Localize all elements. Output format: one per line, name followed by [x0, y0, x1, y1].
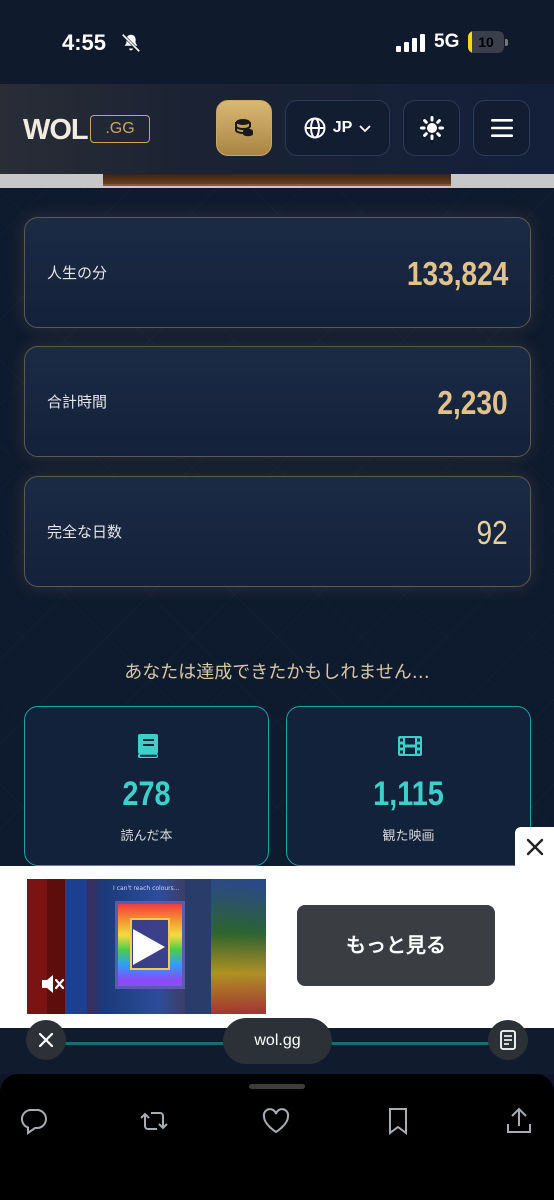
app-header: WOL .GG JP	[0, 84, 554, 174]
book-icon	[138, 734, 158, 758]
reader-mode-button[interactable]	[488, 1020, 528, 1060]
signal-icon	[396, 34, 425, 52]
ad-close-button[interactable]	[515, 827, 554, 866]
achievement-label: 読んだ本	[120, 829, 173, 844]
mute-icon[interactable]	[39, 971, 65, 997]
play-icon[interactable]	[131, 927, 167, 967]
stat-value: 2,230	[437, 384, 508, 421]
status-time: 4:55	[62, 30, 107, 55]
stat-card-minutes: 人生の分 133,824	[24, 217, 531, 328]
like-icon[interactable]	[261, 1106, 291, 1136]
bookmark-icon[interactable]	[383, 1106, 413, 1136]
stat-label: 合計時間	[47, 393, 108, 411]
battery-percent: 10	[478, 34, 494, 50]
sheet-grabber[interactable]	[249, 1084, 305, 1089]
stat-value: 92	[476, 514, 508, 551]
chevron-down-icon	[359, 125, 371, 133]
reply-icon[interactable]	[19, 1106, 49, 1136]
header-banner-edge	[103, 174, 451, 186]
stat-value: 133,824	[406, 255, 508, 292]
stat-label: 完全な日数	[47, 523, 123, 541]
stat-card-hours: 合計時間 2,230	[24, 346, 531, 457]
logo[interactable]: WOL	[23, 114, 89, 147]
main-content: 人生の分 133,824 合計時間 2,230 完全な日数 92 あなたは達成で…	[0, 188, 554, 870]
language-selector[interactable]: JP	[285, 100, 390, 156]
stat-label: 人生の分	[47, 264, 108, 282]
achievement-card-books: 278 読んだ本	[24, 706, 269, 866]
globe-icon	[304, 117, 326, 139]
theme-button[interactable]	[403, 100, 460, 156]
language-label: JP	[332, 119, 353, 136]
browser-close-button[interactable]	[26, 1020, 66, 1060]
coins-button[interactable]	[216, 100, 272, 156]
film-icon	[398, 736, 422, 756]
ad-banner: I can't reach colours... もっと見る	[0, 866, 554, 1028]
coins-icon	[235, 119, 253, 137]
close-icon	[38, 1032, 54, 1048]
achievement-value: 1,115	[373, 775, 444, 813]
ad-video-caption: I can't reach colours...	[113, 885, 180, 892]
bell-muted-icon	[121, 33, 141, 53]
achievements-heading: あなたは達成できたかもしれません…	[124, 662, 430, 683]
network-label: 5G	[434, 31, 460, 52]
close-icon	[526, 838, 543, 855]
battery-icon: 10	[468, 31, 508, 53]
browser-url[interactable]: wol.gg	[223, 1018, 332, 1064]
achievement-label: 観た映画	[382, 829, 435, 844]
achievement-value: 278	[122, 775, 171, 813]
menu-button[interactable]	[473, 100, 530, 156]
retweet-icon[interactable]	[139, 1106, 169, 1136]
document-icon	[500, 1030, 516, 1050]
sun-icon	[419, 116, 444, 140]
status-bar: 4:55 5G 10	[0, 0, 554, 84]
ad-video[interactable]: I can't reach colours...	[27, 879, 266, 1014]
hamburger-icon	[490, 119, 513, 137]
logo-badge: .GG	[90, 115, 150, 143]
browser-bar: wol.gg	[0, 1018, 554, 1074]
tweet-action-bar	[0, 1074, 554, 1200]
share-icon[interactable]	[504, 1106, 534, 1136]
ad-cta-button[interactable]: もっと見る	[297, 905, 495, 986]
achievement-card-movies: 1,115 観た映画	[286, 706, 531, 866]
stat-card-days: 完全な日数 92	[24, 476, 531, 587]
